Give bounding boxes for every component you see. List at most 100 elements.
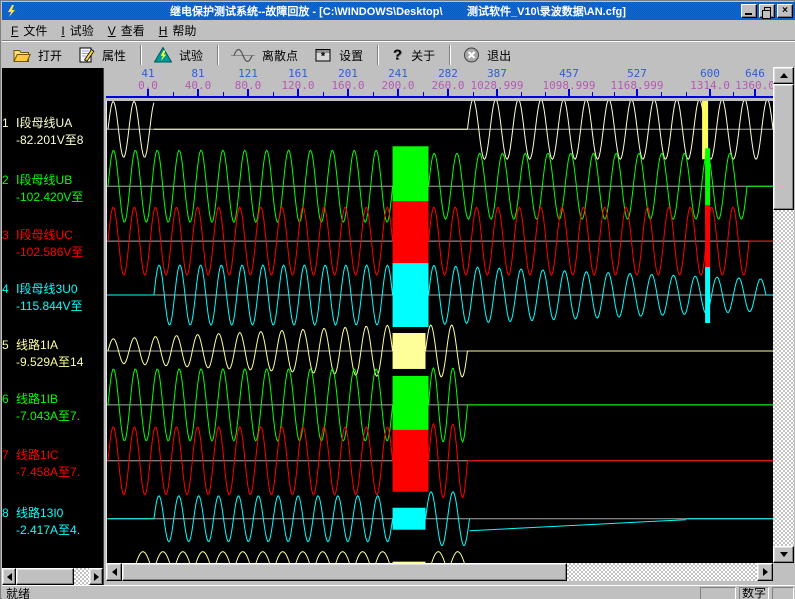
toolbar-button-exit[interactable]: 退出 [456,43,520,67]
channel-number: 4 [2,281,16,298]
ruler-major-tick [347,89,349,96]
channel-name: 3Ⅰ段母线UC [2,227,103,244]
arrow-down-icon [780,552,788,557]
menu-label: 试验 [70,24,94,38]
channel-number: 7 [2,447,16,464]
toolbar-label-exit: 退出 [487,47,511,64]
hscroll-thumb[interactable] [122,563,567,581]
channel-hscroll-thumb[interactable] [16,568,74,585]
menu-hotkey: F [11,24,18,38]
horizontal-scrollbar[interactable] [106,563,773,581]
restore-button[interactable] [759,4,775,18]
channel-name-text: 线路1IB [16,392,58,406]
scrollbar-corner [773,563,794,581]
minimize-button[interactable] [741,4,757,18]
minimize-icon [745,13,752,15]
waveform-trace-ch9 [133,552,393,563]
dense-sample-block-ch6 [393,376,429,434]
channel-range: -9.529A至14 [2,354,103,371]
window-controls: × [741,4,793,18]
dense-sample-block-ch7 [393,430,429,492]
status-panel-digital: 数字 [739,587,769,599]
menu-hotkey: I [61,24,64,38]
channel-label-6[interactable]: 6线路1IB-7.043A至7. [2,391,103,425]
status-bar: 就绪 数字 [2,585,795,599]
channel-number: 6 [2,391,16,408]
menu-label: 帮助 [172,24,196,38]
open-folder-icon [13,48,31,63]
vscroll-down-button[interactable] [773,546,794,563]
toolbar-separator [140,45,142,65]
ruler-major-tick [568,89,570,96]
channel-label-5[interactable]: 5线路1IA-9.529A至14 [2,337,103,371]
toolbar: 打开 属性 试验 离散点*设置 ??关于 退出 [2,42,795,68]
settings-icon: * [314,47,332,63]
channel-range: -7.458A至7. [2,464,103,481]
vscroll-track[interactable] [773,210,794,546]
toolbar-button-discrete[interactable]: 离散点 [224,43,307,67]
channel-label-3[interactable]: 3Ⅰ段母线UC-102.586V至 [2,227,103,261]
toolbar-button-test[interactable]: 试验 [147,43,212,67]
hscroll-track[interactable] [567,563,757,581]
ruler-major-tick [496,89,498,96]
channel-hscroll-track[interactable] [74,568,89,585]
channel-range: -2.417A至4. [2,522,103,539]
toolbar-button-about[interactable]: ??关于 [384,43,444,67]
channel-number: 2 [2,172,16,189]
channel-hscroll-right-button[interactable] [89,568,103,585]
channel-name: 5线路1IA [2,337,103,354]
channel-number: 5 [2,337,16,354]
menu-item-f[interactable]: F文件 [4,20,54,41]
waveform-trace-ch9 [429,552,468,563]
toolbar-label-test: 试验 [179,47,203,64]
svg-text:*: * [321,51,326,63]
channel-number: 3 [2,227,16,244]
vertical-scrollbar[interactable] [773,67,794,563]
channel-label-8[interactable]: 8线路13I0-2.417A至4. [2,505,103,539]
arrow-up-icon [780,73,788,78]
toolbar-label-open: 打开 [38,47,62,64]
hscroll-right-button[interactable] [757,563,773,581]
exit-icon [463,47,480,63]
waveform-region: 410.08140.012180.0161120.0201160.0241200… [103,68,795,585]
dense-sample-block-ch4 [393,263,429,327]
menu-item-h[interactable]: H帮助 [152,20,204,41]
waveform-ramp-ch8 [469,520,686,531]
cursor-bar-ch4 [705,267,710,323]
ruler-major-tick [754,89,756,96]
arrow-left-icon [112,568,117,576]
ruler-major-tick [636,89,638,96]
channel-label-7[interactable]: 7线路1IC-7.458A至7. [2,447,103,481]
toolbar-button-props[interactable]: 属性 [71,43,135,67]
channel-panel-hscrollbar[interactable] [2,568,103,585]
channel-range: -115.844V至 [2,298,103,315]
vscroll-up-button[interactable] [773,67,794,84]
toolbar-button-open[interactable]: 打开 [6,43,71,67]
channel-hscroll-left-button[interactable] [2,568,16,585]
channel-label-4[interactable]: 4Ⅰ段母线3U0-115.844V至 [2,281,103,315]
status-ready-text: 就绪 [2,585,30,599]
channel-label-1[interactable]: 1Ⅰ段母线UA-82.201V至8 [2,115,103,149]
vscroll-thumb[interactable] [773,84,794,210]
application-window: 继电保护测试系统--故障回放 - [C:\WINDOWS\Desktop\ 测试… [0,0,795,599]
menu-bar: F文件 I 试验 V查看H帮助 [2,20,795,40]
channel-name: 6线路1IB [2,391,103,408]
close-button[interactable]: × [777,4,793,18]
properties-icon [78,47,95,63]
ruler-major-tick [197,89,199,96]
menu-item-i[interactable]: I 试验 [54,20,100,41]
hscroll-left-button[interactable] [106,563,122,581]
toolbar-button-settings[interactable]: *设置 [307,43,372,67]
restore-icon [764,7,771,14]
svg-text:?: ? [393,47,402,63]
channel-name-text: Ⅰ段母线UC [16,228,73,242]
channel-name-text: Ⅰ段母线UA [16,116,72,130]
toolbar-label-props: 属性 [102,47,126,64]
menu-item-v[interactable]: V查看 [101,20,152,41]
channel-label-2[interactable]: 2Ⅰ段母线UB-102.420V至 [2,172,103,206]
dense-sample-block-ch5 [393,333,426,369]
channel-range: -102.586V至 [2,244,103,261]
test-lightning-icon [154,47,172,63]
channel-range: -102.420V至 [2,189,103,206]
arrow-left-icon [7,573,12,581]
